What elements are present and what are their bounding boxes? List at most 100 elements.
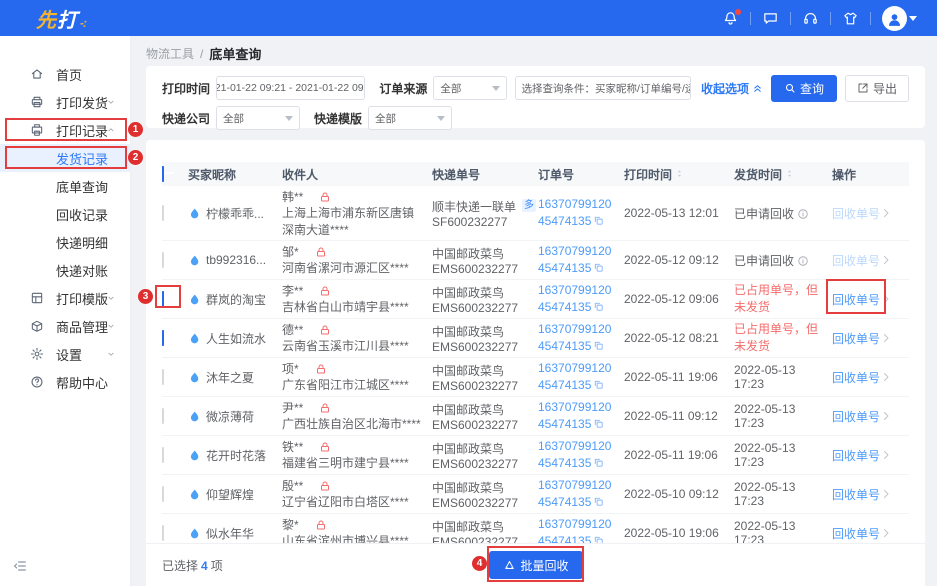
row-checkbox[interactable] xyxy=(162,486,164,502)
row-expand-chevron-icon[interactable] xyxy=(880,527,892,539)
copy-icon[interactable] xyxy=(593,457,604,468)
copy-icon[interactable] xyxy=(593,340,604,351)
sidebar-item-商品管理[interactable]: 商品管理 xyxy=(0,312,130,340)
recycle-waybill-link[interactable]: 回收单号 xyxy=(832,525,880,542)
row-checkbox[interactable] xyxy=(162,408,164,424)
copy-icon[interactable] xyxy=(593,496,604,507)
order-number-link[interactable]: 1637079912045474135 xyxy=(538,478,611,509)
sidebar-item-打印记录[interactable]: 打印记录 xyxy=(0,116,130,144)
print-time-range-input[interactable]: 2021-01-22 09:21 - 2021-01-22 09:21 xyxy=(216,76,365,100)
copy-icon[interactable] xyxy=(593,301,604,312)
order-number-link[interactable]: 1637079912045474135 xyxy=(538,197,611,228)
buyer-cell: 柠檬乖乖... xyxy=(188,205,282,222)
order-number-link[interactable]: 1637079912045474135 xyxy=(538,322,611,353)
search-button[interactable]: 查询 xyxy=(771,75,837,102)
selected-suffix: 项 xyxy=(211,559,223,573)
recipient-name: 铁** xyxy=(282,438,303,455)
platform-icon xyxy=(188,254,201,267)
sidebar-subitem-快递对账[interactable]: 快递对账 xyxy=(0,256,130,284)
print-time-cell: 2022-05-11 19:06 xyxy=(624,370,734,384)
row-expand-chevron-icon[interactable] xyxy=(880,371,892,383)
action-cell: 回收单号 xyxy=(832,330,914,347)
row-checkbox[interactable] xyxy=(162,447,164,463)
order-cell: 1637079912045474135 xyxy=(538,321,624,355)
sidebar-subitem-label: 发货记录 xyxy=(56,149,108,168)
order-number-link[interactable]: 1637079912045474135 xyxy=(538,283,611,314)
info-icon[interactable] xyxy=(797,255,809,267)
bell-icon[interactable] xyxy=(722,10,739,27)
sidebar-item-打印模版[interactable]: 打印模版 xyxy=(0,284,130,312)
sidebar-subitem-回收记录[interactable]: 回收记录 xyxy=(0,200,130,228)
row-checkbox[interactable] xyxy=(162,369,164,385)
order-number-link[interactable]: 1637079912045474135 xyxy=(538,400,611,431)
breadcrumb: 物流工具 / 底单查询 xyxy=(146,44,261,63)
query-condition-select[interactable]: 选择查询条件：买家昵称/订单编号/运单号/... xyxy=(515,76,691,100)
privacy-lock-icon xyxy=(319,441,331,453)
courier-template-select[interactable]: 全部 xyxy=(368,106,452,130)
chevron-down-icon xyxy=(106,293,116,303)
storefront-icon[interactable] xyxy=(842,10,859,27)
sidebar-item-帮助中心[interactable]: 帮助中心 xyxy=(0,368,130,396)
copy-icon[interactable] xyxy=(593,418,604,429)
batch-recycle-button[interactable]: 批量回收 xyxy=(488,551,582,579)
sidebar-subitem-快递明细[interactable]: 快递明细 xyxy=(0,228,130,256)
ship-status: 2022-05-13 17:23 xyxy=(734,480,795,508)
order-number-link[interactable]: 1637079912045474135 xyxy=(538,361,611,392)
chat-icon[interactable] xyxy=(762,10,779,27)
collapse-options-link[interactable]: 收起选项 xyxy=(701,80,763,97)
export-button[interactable]: 导出 xyxy=(845,75,909,102)
row-expand-chevron-icon[interactable] xyxy=(880,488,892,500)
print-time-cell: 2022-05-12 09:06 xyxy=(624,292,734,306)
copy-icon[interactable] xyxy=(593,215,604,226)
sidebar-collapse-icon[interactable] xyxy=(12,558,28,574)
courier-cell: 中国邮政菜鸟EMS600232277 xyxy=(432,440,538,471)
sidebar-subitem-发货记录[interactable]: 发货记录 xyxy=(0,144,130,172)
order-number-link[interactable]: 1637079912045474135 xyxy=(538,439,611,470)
courier-company-select[interactable]: 全部 xyxy=(216,106,300,130)
row-checkbox[interactable] xyxy=(162,291,164,307)
notification-dot xyxy=(735,9,741,15)
print-time-cell: 2022-05-10 09:12 xyxy=(624,487,734,501)
breadcrumb-parent[interactable]: 物流工具 xyxy=(146,45,194,62)
row-expand-chevron-icon[interactable] xyxy=(880,332,892,344)
ship-status: 已申请回收 xyxy=(734,207,794,221)
breadcrumb-separator: / xyxy=(200,47,203,61)
recycle-waybill-link[interactable]: 回收单号 xyxy=(832,291,880,308)
privacy-lock-icon xyxy=(319,285,331,297)
sidebar-item-打印发货[interactable]: 打印发货 xyxy=(0,88,130,116)
info-icon[interactable] xyxy=(797,208,809,220)
privacy-lock-icon xyxy=(319,191,331,203)
recycle-waybill-link[interactable]: 回收单号 xyxy=(832,369,880,386)
recycle-waybill-link[interactable]: 回收单号 xyxy=(832,330,880,347)
filter-row-1: 打印时间 2021-01-22 09:21 - 2021-01-22 09:21… xyxy=(162,75,909,101)
sidebar-subitem-label: 底单查询 xyxy=(56,177,108,196)
headset-icon[interactable] xyxy=(802,10,819,27)
sidebar-subitem-底单查询[interactable]: 底单查询 xyxy=(0,172,130,200)
row-expand-chevron-icon[interactable] xyxy=(880,449,892,461)
copy-icon[interactable] xyxy=(593,379,604,390)
row-expand-chevron-icon[interactable] xyxy=(880,254,892,266)
copy-icon[interactable] xyxy=(593,262,604,273)
recycle-waybill-link[interactable]: 回收单号 xyxy=(832,408,880,425)
courier-name: 中国邮政菜鸟 xyxy=(432,284,530,301)
sidebar-item-首页[interactable]: 首页 xyxy=(0,60,130,88)
row-expand-chevron-icon[interactable] xyxy=(880,410,892,422)
sidebar-item-设置[interactable]: 设置 xyxy=(0,340,130,368)
recycle-waybill-link[interactable]: 回收单号 xyxy=(832,447,880,464)
row-checkbox[interactable] xyxy=(162,205,164,221)
row-checkbox[interactable] xyxy=(162,525,164,541)
recycle-waybill-link[interactable]: 回收单号 xyxy=(832,486,880,503)
order-number-link[interactable]: 1637079912045474135 xyxy=(538,244,611,275)
records-table-card: 买家昵称收件人快递单号订单号打印时间发货时间操作 柠檬乖乖...韩**上海上海市… xyxy=(146,140,925,586)
recipient-cell: 殷**辽宁省辽阳市白塔区**** xyxy=(282,477,432,510)
select-all-checkbox[interactable] xyxy=(162,166,164,182)
row-expand-chevron-icon[interactable] xyxy=(880,207,892,219)
user-menu[interactable] xyxy=(882,6,917,31)
row-checkbox[interactable] xyxy=(162,330,164,346)
order-source-select[interactable]: 全部 xyxy=(433,76,506,100)
row-expand-chevron-icon[interactable] xyxy=(880,293,892,305)
row-checkbox[interactable] xyxy=(162,252,164,268)
avatar[interactable] xyxy=(882,6,907,31)
platform-icon xyxy=(188,527,201,540)
sidebar-subitem-label: 快递明细 xyxy=(56,233,108,252)
